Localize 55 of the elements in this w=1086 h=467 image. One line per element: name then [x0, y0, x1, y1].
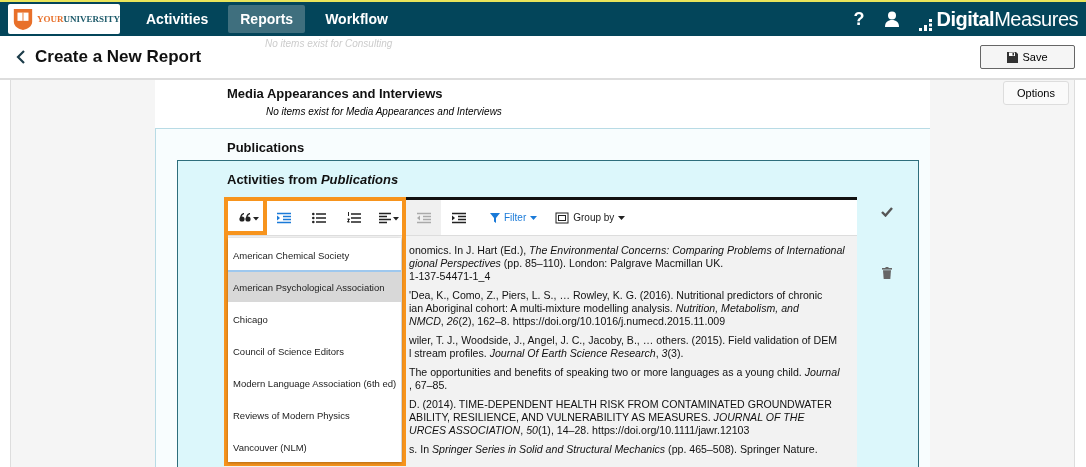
reference-line: ABILITY, RESILIENCE, AND VULNERABILITY AS MEASURES. JOURNAL OF THE: [409, 411, 806, 424]
nav-tab[interactable]: Activities: [134, 5, 221, 33]
bullets-icon: [311, 211, 326, 224]
nav-tab[interactable]: Workflow: [313, 5, 400, 33]
indent-icon: [276, 211, 291, 224]
caret-icon: [618, 215, 626, 220]
university-logo[interactable]: YOURUNIVERSITY: [8, 4, 120, 34]
reference-line: 1-137-54471-1_4: [409, 270, 492, 283]
brand-logo: DigitalMeasures: [936, 7, 1078, 31]
trash-icon[interactable]: [882, 267, 892, 279]
menu-item[interactable]: Chicago: [228, 302, 401, 334]
reference-line: wiler, T. J., Woodside, J., Angel, J. C., Jacoby, B., … others. (2015). Field validation of DEM: [409, 334, 839, 347]
menu-item[interactable]: Reviews of Modern Physics: [228, 398, 401, 430]
filter-icon: [490, 212, 500, 223]
user-icon[interactable]: [884, 11, 899, 27]
shield-icon: [12, 7, 34, 31]
reference-line: D. (2014). TIME-DEPENDENT HEALTH RISK FROM CONTAMINATED GROUNDWATER: [409, 398, 833, 411]
empty-note: No items exist for Media Appearances and Interviews: [266, 106, 503, 117]
numbered-icon: [346, 211, 361, 224]
section-heading: Publications: [226, 139, 306, 157]
reference-line: ian Aboriginal cohort: A multi-mixture modelling analysis. Nutrition, Metabolism, and: [409, 302, 800, 315]
reference-line: gional Perspectives (pp. 85–110). London: Palgrave Macmillan UK.: [409, 257, 725, 270]
quote-icon: [238, 211, 259, 224]
menu-item[interactable]: American Psychological Association: [228, 270, 401, 302]
reference-line: onomics. In J. Hart (Ed.), The Environmental Concerns: Comparing Problems of International: [409, 244, 846, 257]
reference-line: The opportunities and benefits of speaking two or more languages as a young child. Journal: [409, 366, 841, 379]
card-heading: Activities from Publications: [226, 171, 400, 189]
page-title: Create a New Report: [35, 47, 202, 67]
dots-icon: [918, 16, 935, 31]
align-icon: [378, 211, 399, 224]
menu-item[interactable]: Modern Language Association (6th ed): [228, 366, 401, 398]
menu-item[interactable]: Council of Science Editors: [228, 334, 401, 366]
indent-icon: [451, 211, 466, 224]
menu-item[interactable]: Vancouver (NLM): [228, 430, 401, 462]
filter-dropdown[interactable]: Filter: [486, 212, 542, 223]
menu-item[interactable]: American Chemical Society: [228, 238, 401, 270]
reference-line: 'Dea, K., Como, Z., Piers, L. S., … Rowley, K. G. (2016). Nutritional predictors of chronic: [409, 289, 824, 302]
reference-line: l stream profiles. Journal Of Earth Science Research, 3(3).: [409, 347, 685, 360]
checkmark-icon[interactable]: [881, 207, 893, 217]
group-by-dropdown[interactable]: Group by: [551, 211, 630, 224]
save-icon: [1007, 51, 1019, 63]
options-button[interactable]: Options: [1003, 81, 1069, 105]
reference-line: , 67–85.: [409, 379, 449, 392]
caret-icon: [530, 215, 538, 220]
back-icon[interactable]: [16, 49, 26, 65]
help-button[interactable]: ?: [853, 8, 865, 30]
save-button[interactable]: Save: [980, 45, 1075, 69]
section-heading: Media Appearances and Interviews: [227, 86, 444, 101]
reference-line: s. In Springer Series in Solid and Structural Mechanics (pp. 465–508). Springer Nature.: [409, 443, 819, 456]
reference-line: NMCD, 26(2), 162–8. https://doi.org/10.1016/j.numecd.2015.11.009: [409, 315, 727, 328]
nav-tab[interactable]: Reports: [228, 5, 306, 33]
reference-line: URCES ASSOCIATION, 50(1), 14–28. https://doi.org/10.1111/jawr.12103: [409, 424, 751, 437]
logo-text: YOURUNIVERSITY: [37, 14, 120, 24]
group-icon: [555, 211, 570, 224]
outdent-icon: [416, 211, 431, 224]
